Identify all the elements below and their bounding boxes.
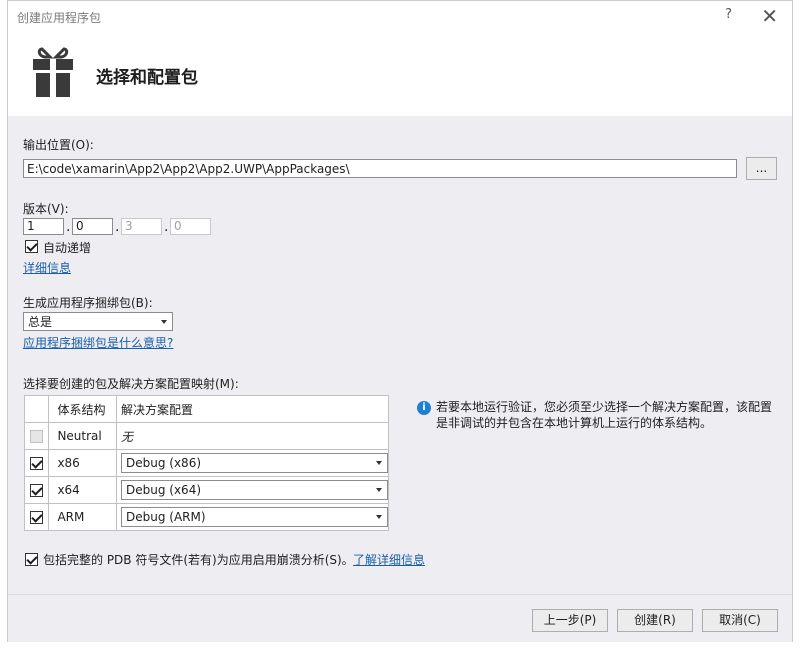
version-revision-input: 0 xyxy=(170,218,211,235)
create-button[interactable]: 创建(R) xyxy=(617,609,693,632)
table-row: x64 Debug (x64) xyxy=(23,476,389,504)
architecture-config-table: 体系结构 解决方案配置 Neutral 无 x86 Debug (x86) x6… xyxy=(23,395,389,531)
cancel-button[interactable]: 取消(C) xyxy=(702,609,778,632)
mapping-label: 选择要创建的包及解决方案配置映射(M): xyxy=(23,377,239,391)
output-path-input[interactable]: E:\code\xamarin\App2\App2\App2.UWP\AppPa… xyxy=(23,159,737,178)
table-header-row: 体系结构 解决方案配置 xyxy=(23,395,389,423)
version-minor-input[interactable]: 0 xyxy=(72,218,113,235)
window-title: 创建应用程序包 xyxy=(17,11,102,25)
info-icon: i xyxy=(417,401,431,415)
table-row: x86 Debug (x86) xyxy=(23,449,389,477)
chevron-down-icon xyxy=(376,488,382,492)
table-row: Neutral 无 xyxy=(23,422,389,450)
x64-checkbox[interactable] xyxy=(30,483,43,497)
auto-increment-label: 自动递增 xyxy=(43,241,92,255)
back-button[interactable]: 上一步(P) xyxy=(532,609,608,632)
bundle-label: 生成应用程序捆绑包(B): xyxy=(23,296,153,310)
version-details-link[interactable]: 详细信息 xyxy=(23,259,71,276)
wizard-header: 选择和配置包 xyxy=(8,33,792,116)
bundle-help-link[interactable]: 应用程序捆绑包是什么意思? xyxy=(23,334,173,351)
version-separator: . xyxy=(115,219,120,235)
pdb-checkbox[interactable] xyxy=(25,553,38,566)
column-header-config: 解决方案配置 xyxy=(116,395,389,423)
arch-cell: ARM xyxy=(48,503,117,531)
arch-cell: x64 xyxy=(48,476,117,504)
browse-button[interactable]: ... xyxy=(746,157,777,180)
config-cell: 无 xyxy=(116,422,389,450)
table-row: ARM Debug (ARM) xyxy=(23,503,389,531)
arch-cell: Neutral xyxy=(48,422,117,450)
validation-info-text: 若要本地运行验证，您必须至少选择一个解决方案配置，该配置是非调试的并包含在本地计… xyxy=(436,400,773,430)
pdb-learn-more-link[interactable]: 了解详细信息 xyxy=(353,551,425,568)
version-build-input: 3 xyxy=(121,218,162,235)
gift-package-icon xyxy=(33,47,73,97)
x86-config-select[interactable]: Debug (x86) xyxy=(121,453,388,473)
title-bar: 创建应用程序包 ? ✕ xyxy=(8,1,792,33)
chevron-down-icon xyxy=(376,461,382,465)
help-button[interactable]: ? xyxy=(725,7,732,22)
config-selected-value: Debug (x64) xyxy=(126,483,202,497)
arm-checkbox[interactable] xyxy=(30,510,43,524)
pdb-label: 包括完整的 PDB 符号文件(若有)为应用启用崩溃分析(S)。 xyxy=(43,553,354,567)
neutral-checkbox xyxy=(30,429,43,443)
config-selected-value: Debug (ARM) xyxy=(126,510,206,524)
chevron-down-icon xyxy=(376,515,382,519)
config-selected-value: Debug (x86) xyxy=(126,456,202,470)
bundle-selected-value: 总是 xyxy=(28,315,53,329)
create-app-package-dialog: 创建应用程序包 ? ✕ 选择和配置包 输出位置(O): E:\code\xama… xyxy=(7,0,793,642)
close-button[interactable]: ✕ xyxy=(761,4,778,28)
version-separator: . xyxy=(66,219,71,235)
version-label: 版本(V): xyxy=(23,202,69,216)
chevron-down-icon xyxy=(161,320,167,324)
column-header-arch: 体系结构 xyxy=(48,395,117,423)
version-major-input[interactable]: 1 xyxy=(23,218,64,235)
x86-checkbox[interactable] xyxy=(30,456,43,470)
version-separator: . xyxy=(164,219,169,235)
auto-increment-checkbox[interactable] xyxy=(25,240,38,253)
bundle-select[interactable]: 总是 xyxy=(23,312,173,331)
arm-config-select[interactable]: Debug (ARM) xyxy=(121,507,388,527)
output-location-label: 输出位置(O): xyxy=(23,138,94,152)
page-title: 选择和配置包 xyxy=(96,68,198,88)
x64-config-select[interactable]: Debug (x64) xyxy=(121,480,388,500)
header-check-cell xyxy=(23,395,50,423)
arch-cell: x86 xyxy=(48,449,117,477)
